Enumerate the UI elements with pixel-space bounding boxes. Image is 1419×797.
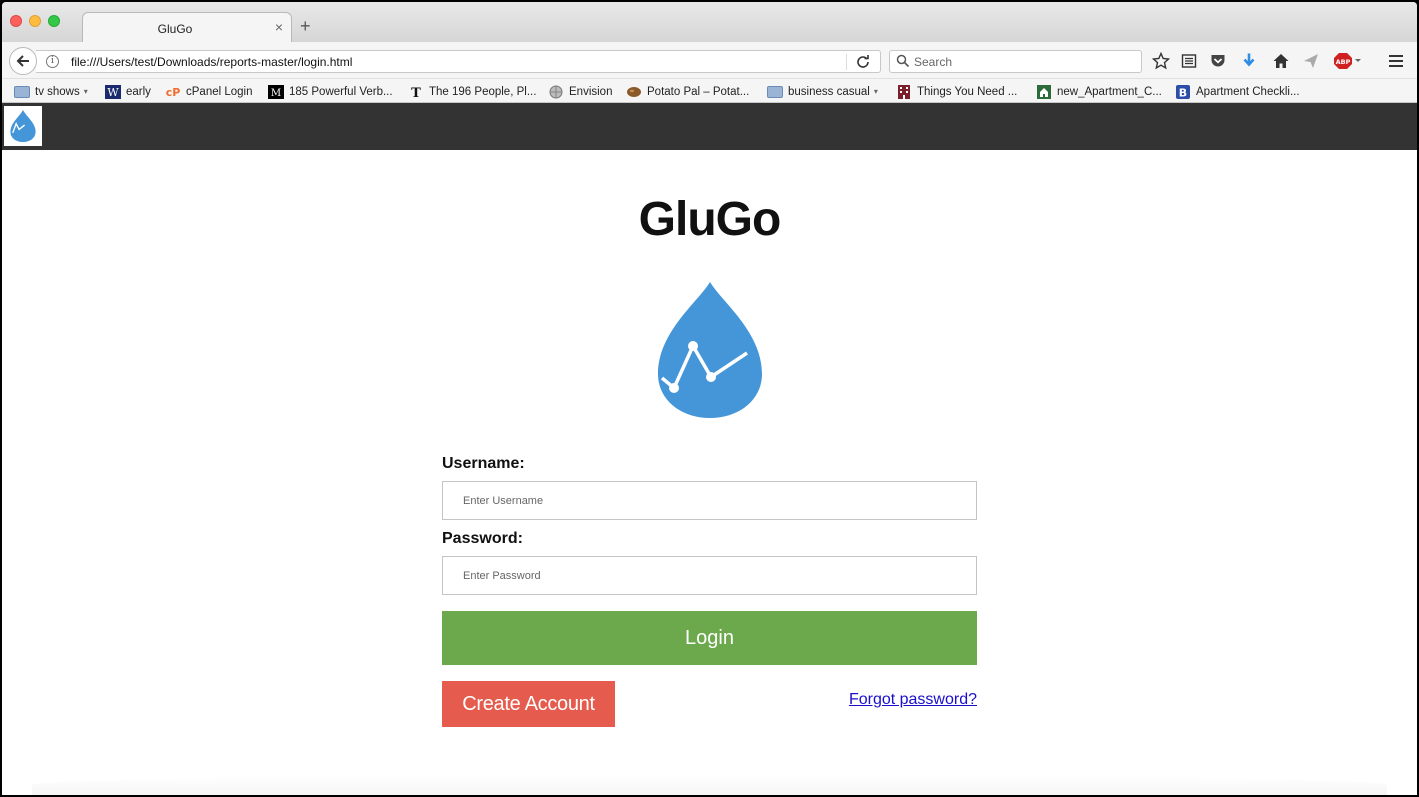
bookmark-new-apartment[interactable]: new_Apartment_C... bbox=[1036, 83, 1162, 100]
tab-close-icon[interactable]: × bbox=[275, 19, 283, 35]
svg-text:ABP: ABP bbox=[1336, 58, 1351, 66]
download-icon[interactable] bbox=[1240, 52, 1258, 70]
svg-text:W: W bbox=[107, 86, 119, 99]
pocket-icon[interactable] bbox=[1209, 52, 1227, 70]
house-icon bbox=[1037, 84, 1051, 99]
tab-title: GluGo bbox=[157, 22, 193, 36]
bookmark-label: 185 Powerful Verb... bbox=[289, 85, 393, 98]
forgot-password-link[interactable]: Forgot password? bbox=[849, 691, 977, 709]
potato-icon bbox=[627, 86, 641, 97]
zoom-window-button[interactable] bbox=[48, 15, 60, 27]
password-input[interactable] bbox=[442, 556, 977, 595]
bookmark-label: Potato Pal – Potat... bbox=[647, 85, 750, 98]
password-label: Password: bbox=[442, 530, 523, 547]
svg-text:cP: cP bbox=[166, 86, 181, 99]
bookmark-star-icon[interactable] bbox=[1152, 52, 1170, 70]
bookmark-label: tv shows bbox=[35, 85, 80, 98]
browser-window: GluGo × + i file:///Users/test/Downloads… bbox=[2, 2, 1417, 795]
bookmark-business-casual[interactable]: business casual ▾ bbox=[767, 83, 878, 100]
reload-icon[interactable] bbox=[856, 55, 870, 69]
bookmark-196-people[interactable]: T The 196 People, Pl... bbox=[408, 83, 536, 100]
username-input[interactable] bbox=[442, 481, 977, 520]
nyt-icon: T bbox=[411, 86, 421, 99]
bookmarks-bar: tv shows ▾ W early cP cPanel Login M 185… bbox=[2, 79, 1417, 103]
reading-list-icon[interactable] bbox=[1180, 52, 1198, 70]
divider bbox=[32, 775, 1387, 795]
bookmark-label: business casual bbox=[788, 85, 870, 98]
bookmark-label: Apartment Checkli... bbox=[1196, 85, 1300, 98]
cpanel-icon: cP bbox=[166, 86, 181, 99]
search-input[interactable] bbox=[914, 53, 1134, 70]
bookmark-apartment-checklist[interactable]: B Apartment Checkli... bbox=[1175, 83, 1300, 100]
bookmark-label: cPanel Login bbox=[186, 85, 253, 98]
create-account-button[interactable]: Create Account bbox=[442, 681, 615, 727]
water-drop-logo-icon bbox=[10, 110, 36, 142]
close-window-button[interactable] bbox=[10, 15, 22, 27]
folder-icon bbox=[14, 85, 30, 98]
bookmark-potato-pal[interactable]: Potato Pal – Potat... bbox=[626, 83, 749, 100]
svg-text:M: M bbox=[271, 88, 281, 99]
bookmark-tv-shows[interactable]: tv shows ▾ bbox=[14, 83, 88, 100]
b-icon: B bbox=[1176, 84, 1190, 99]
menu-icon[interactable] bbox=[1387, 52, 1405, 70]
bookmark-powerful-verbs[interactable]: M 185 Powerful Verb... bbox=[268, 83, 393, 100]
bookmark-envision[interactable]: Envision bbox=[548, 83, 612, 100]
info-icon[interactable]: i bbox=[46, 55, 59, 68]
bookmark-things-you-need[interactable]: Things You Need ... bbox=[896, 83, 1017, 100]
login-button[interactable]: Login bbox=[442, 611, 977, 665]
header-logo[interactable] bbox=[4, 106, 42, 146]
building-icon bbox=[898, 84, 910, 99]
tab-glugo[interactable]: GluGo × bbox=[82, 12, 292, 43]
water-drop-logo-icon bbox=[658, 282, 762, 418]
url-bar[interactable]: i file:///Users/test/Downloads/reports-m… bbox=[36, 50, 881, 73]
search-bar[interactable] bbox=[889, 50, 1142, 73]
globe-icon bbox=[549, 85, 563, 98]
chevron-down-icon: ▾ bbox=[83, 87, 88, 96]
bookmark-label: early bbox=[126, 85, 151, 98]
bookmark-cpanel-login[interactable]: cP cPanel Login bbox=[165, 83, 253, 100]
adblock-icon[interactable]: ABP bbox=[1334, 52, 1362, 70]
page-title: GluGo bbox=[638, 193, 782, 246]
send-icon[interactable] bbox=[1302, 52, 1320, 70]
folder-icon bbox=[767, 85, 783, 98]
divider bbox=[846, 54, 847, 70]
svg-text:B: B bbox=[1179, 86, 1187, 99]
w-icon: W bbox=[105, 84, 121, 99]
back-button[interactable] bbox=[9, 47, 37, 75]
app-header bbox=[2, 103, 1417, 150]
bookmark-label: Things You Need ... bbox=[917, 85, 1018, 98]
login-page: GluGo Username: Password: Login Create A… bbox=[2, 150, 1417, 795]
new-tab-button[interactable]: + bbox=[300, 17, 311, 35]
bookmark-label: new_Apartment_C... bbox=[1057, 85, 1162, 98]
tab-strip: GluGo × + bbox=[2, 2, 1417, 43]
svg-text:T: T bbox=[411, 86, 421, 99]
username-label: Username: bbox=[442, 455, 525, 472]
m-icon: M bbox=[268, 84, 284, 99]
back-arrow-icon bbox=[16, 55, 29, 67]
search-icon bbox=[896, 54, 910, 68]
bookmark-early[interactable]: W early bbox=[105, 83, 151, 100]
bookmark-label: Envision bbox=[569, 85, 613, 98]
home-icon[interactable] bbox=[1272, 52, 1290, 70]
url-text[interactable]: file:///Users/test/Downloads/reports-mas… bbox=[71, 55, 352, 69]
minimize-window-button[interactable] bbox=[29, 15, 41, 27]
chevron-down-icon: ▾ bbox=[873, 87, 878, 96]
nav-bar: i file:///Users/test/Downloads/reports-m… bbox=[2, 42, 1417, 79]
bookmark-label: The 196 People, Pl... bbox=[429, 85, 537, 98]
